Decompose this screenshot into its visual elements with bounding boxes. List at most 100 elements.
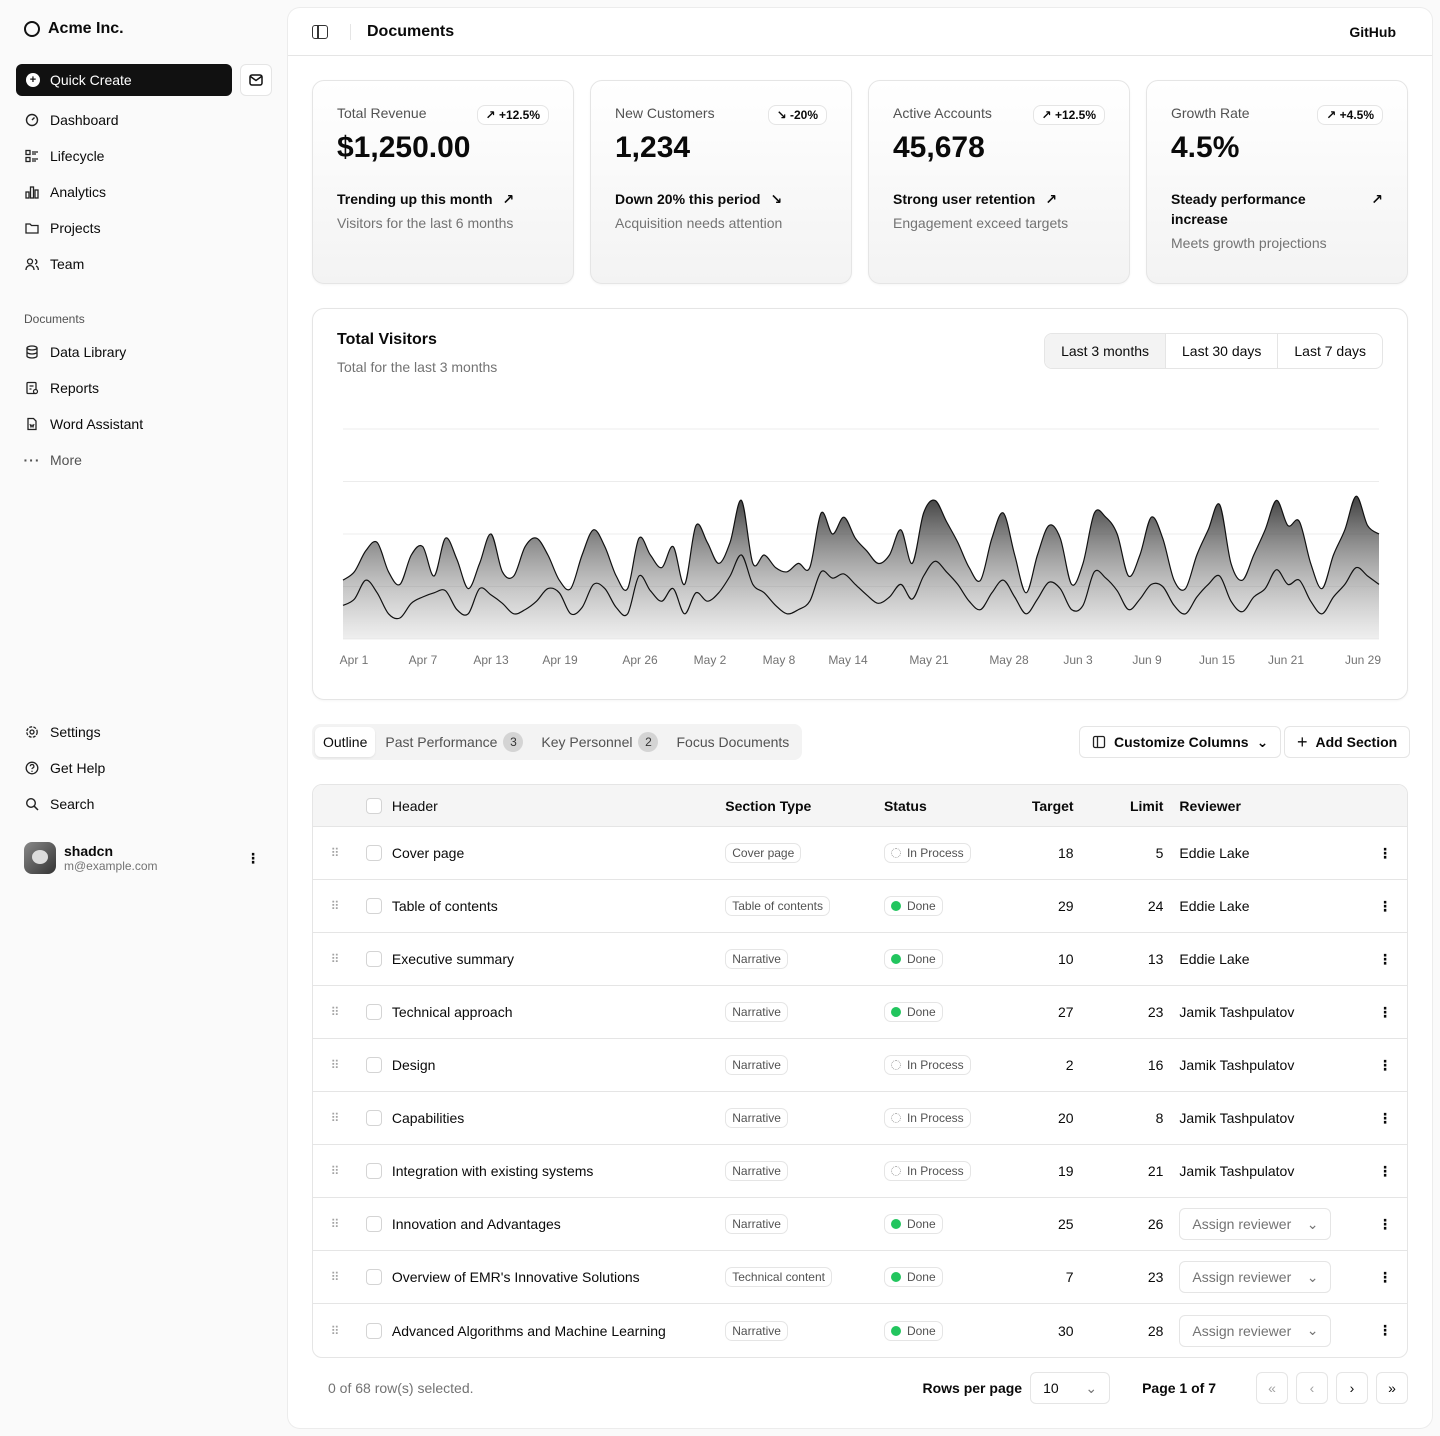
row-actions-menu-icon[interactable]: ⋮ xyxy=(1363,1163,1407,1180)
row-actions-menu-icon[interactable]: ⋮ xyxy=(1363,1322,1407,1339)
section-header-cell[interactable]: Overview of EMR's Innovative Solutions xyxy=(391,1269,725,1285)
sidebar-item-analytics[interactable]: Analytics xyxy=(16,174,272,210)
assign-reviewer-select[interactable]: Assign reviewer ⌄ xyxy=(1179,1261,1332,1293)
sidebar-item-team[interactable]: Team xyxy=(16,246,272,282)
tab-outline[interactable]: Outline xyxy=(315,727,376,757)
target-cell[interactable]: 20 xyxy=(1014,1110,1074,1126)
range-option-30-days[interactable]: Last 30 days xyxy=(1165,334,1277,368)
column-header[interactable]: Section Type xyxy=(725,798,884,814)
drag-handle-icon[interactable]: ⠿ xyxy=(313,1164,357,1178)
target-cell[interactable]: 10 xyxy=(1014,951,1074,967)
target-cell[interactable]: 18 xyxy=(1014,845,1074,861)
row-actions-menu-icon[interactable]: ⋮ xyxy=(1363,898,1407,915)
row-checkbox[interactable] xyxy=(365,1322,382,1339)
row-actions-menu-icon[interactable]: ⋮ xyxy=(1363,1269,1407,1286)
user-menu[interactable]: shadcn m@example.com ⋮ xyxy=(24,842,272,874)
inbox-button[interactable] xyxy=(240,64,272,96)
row-checkbox[interactable] xyxy=(365,1110,382,1126)
drag-handle-icon[interactable]: ⠿ xyxy=(313,1005,357,1019)
limit-cell[interactable]: 21 xyxy=(1074,1163,1164,1179)
brand[interactable]: Acme Inc. xyxy=(24,20,124,38)
limit-cell[interactable]: 16 xyxy=(1074,1057,1164,1073)
assign-reviewer-select[interactable]: Assign reviewer ⌄ xyxy=(1179,1314,1332,1347)
drag-handle-icon[interactable]: ⠿ xyxy=(313,1058,357,1072)
drag-handle-icon[interactable]: ⠿ xyxy=(313,899,357,913)
sidebar-item-search[interactable]: Search xyxy=(16,786,272,822)
drag-handle-icon[interactable]: ⠿ xyxy=(313,952,357,966)
target-cell[interactable]: 29 xyxy=(1014,898,1074,914)
sidebar-item-lifecycle[interactable]: Lifecycle xyxy=(16,138,272,174)
section-header-cell[interactable]: Design xyxy=(391,1057,725,1073)
limit-cell[interactable]: 23 xyxy=(1074,1004,1164,1020)
limit-cell[interactable]: 13 xyxy=(1074,951,1164,967)
sidebar-item-reports[interactable]: Reports xyxy=(16,370,272,406)
section-header-cell[interactable]: Integration with existing systems xyxy=(391,1163,725,1179)
table-row[interactable]: ⠿ Executive summary Narrative Done 10 13 Eddie… xyxy=(313,933,1407,986)
drag-handle-icon[interactable]: ⠿ xyxy=(313,846,357,860)
row-actions-menu-icon[interactable]: ⋮ xyxy=(1363,845,1407,862)
sidebar-item-data-library[interactable]: Data Library xyxy=(16,334,272,370)
next-page-button[interactable]: › xyxy=(1336,1372,1368,1404)
sidebar-item-dashboard[interactable]: Dashboard xyxy=(16,102,272,138)
target-cell[interactable]: 19 xyxy=(1014,1163,1074,1179)
row-checkbox[interactable] xyxy=(365,898,382,914)
target-cell[interactable]: 2 xyxy=(1014,1057,1074,1073)
sidebar-item-more[interactable]: ··· More xyxy=(16,442,272,478)
drag-handle-icon[interactable]: ⠿ xyxy=(313,1324,357,1338)
tab-focus-documents[interactable]: Focus Documents xyxy=(668,727,797,757)
section-header-cell[interactable]: Executive summary xyxy=(391,951,725,967)
limit-cell[interactable]: 24 xyxy=(1074,898,1164,914)
first-page-button[interactable]: « xyxy=(1256,1372,1288,1404)
section-header-cell[interactable]: Advanced Algorithms and Machine Learning xyxy=(391,1323,725,1339)
section-header-cell[interactable]: Table of contents xyxy=(391,898,725,914)
target-cell[interactable]: 27 xyxy=(1014,1004,1074,1020)
target-cell[interactable]: 25 xyxy=(1014,1216,1074,1232)
section-header-cell[interactable]: Cover page xyxy=(391,845,725,861)
limit-cell[interactable]: 5 xyxy=(1074,845,1164,861)
table-row[interactable]: ⠿ Advanced Algorithms and Machine Learnin… xyxy=(313,1304,1407,1357)
table-row[interactable]: ⠿ Capabilities Narrative In Process 20 8 Jamik… xyxy=(313,1092,1407,1145)
add-section-button[interactable]: + Add Section xyxy=(1284,726,1411,758)
select-all-checkbox[interactable] xyxy=(365,797,382,814)
row-actions-menu-icon[interactable]: ⋮ xyxy=(1363,1057,1407,1074)
limit-cell[interactable]: 28 xyxy=(1074,1323,1164,1339)
table-row[interactable]: ⠿ Innovation and Advantages Narrative Done 2… xyxy=(313,1198,1407,1251)
sidebar-item-get-help[interactable]: Get Help xyxy=(16,750,272,786)
limit-cell[interactable]: 26 xyxy=(1074,1216,1164,1232)
target-cell[interactable]: 7 xyxy=(1014,1269,1074,1285)
tab-past-performance[interactable]: Past Performance 3 xyxy=(377,727,531,757)
customize-columns-button[interactable]: Customize Columns ⌄ xyxy=(1079,726,1282,758)
row-actions-menu-icon[interactable]: ⋮ xyxy=(1363,1216,1407,1233)
row-checkbox[interactable] xyxy=(365,845,382,861)
sidebar-item-settings[interactable]: Settings xyxy=(16,714,272,750)
github-link[interactable]: GitHub xyxy=(1349,24,1396,40)
row-actions-menu-icon[interactable]: ⋮ xyxy=(1363,951,1407,968)
column-header[interactable]: Limit xyxy=(1074,798,1163,814)
row-checkbox[interactable] xyxy=(365,1163,382,1179)
section-header-cell[interactable]: Innovation and Advantages xyxy=(391,1216,725,1232)
section-header-cell[interactable]: Technical approach xyxy=(391,1004,725,1020)
previous-page-button[interactable]: ‹ xyxy=(1296,1372,1328,1404)
sidebar-toggle-icon[interactable] xyxy=(312,24,328,39)
section-header-cell[interactable]: Capabilities xyxy=(391,1110,725,1126)
kebab-menu-icon[interactable]: ⋮ xyxy=(246,850,260,867)
assign-reviewer-select[interactable]: Assign reviewer ⌄ xyxy=(1179,1208,1332,1240)
sidebar-item-projects[interactable]: Projects xyxy=(16,210,272,246)
table-row[interactable]: ⠿ Overview of EMR's Innovative Solutions T… xyxy=(313,1251,1407,1304)
row-actions-menu-icon[interactable]: ⋮ xyxy=(1363,1004,1407,1021)
table-row[interactable]: ⠿ Cover page Cover page In Process 18 5 Eddie … xyxy=(313,827,1407,880)
row-checkbox[interactable] xyxy=(365,1216,382,1232)
table-row[interactable]: ⠿ Technical approach Narrative Done 27 23 Jami… xyxy=(313,986,1407,1039)
limit-cell[interactable]: 23 xyxy=(1074,1269,1164,1285)
row-checkbox[interactable] xyxy=(365,951,382,967)
table-row[interactable]: ⠿ Integration with existing systems Narrat… xyxy=(313,1145,1407,1198)
column-header[interactable]: Header xyxy=(391,798,725,814)
tab-key-personnel[interactable]: Key Personnel 2 xyxy=(533,727,666,757)
limit-cell[interactable]: 8 xyxy=(1074,1110,1164,1126)
row-checkbox[interactable] xyxy=(365,1004,382,1020)
rows-per-page-select[interactable]: 10 ⌄ xyxy=(1030,1372,1111,1404)
drag-handle-icon[interactable]: ⠿ xyxy=(313,1217,357,1231)
column-header[interactable]: Reviewer xyxy=(1163,798,1363,814)
table-row[interactable]: ⠿ Table of contents Table of contents Done 2… xyxy=(313,880,1407,933)
target-cell[interactable]: 30 xyxy=(1014,1323,1074,1339)
